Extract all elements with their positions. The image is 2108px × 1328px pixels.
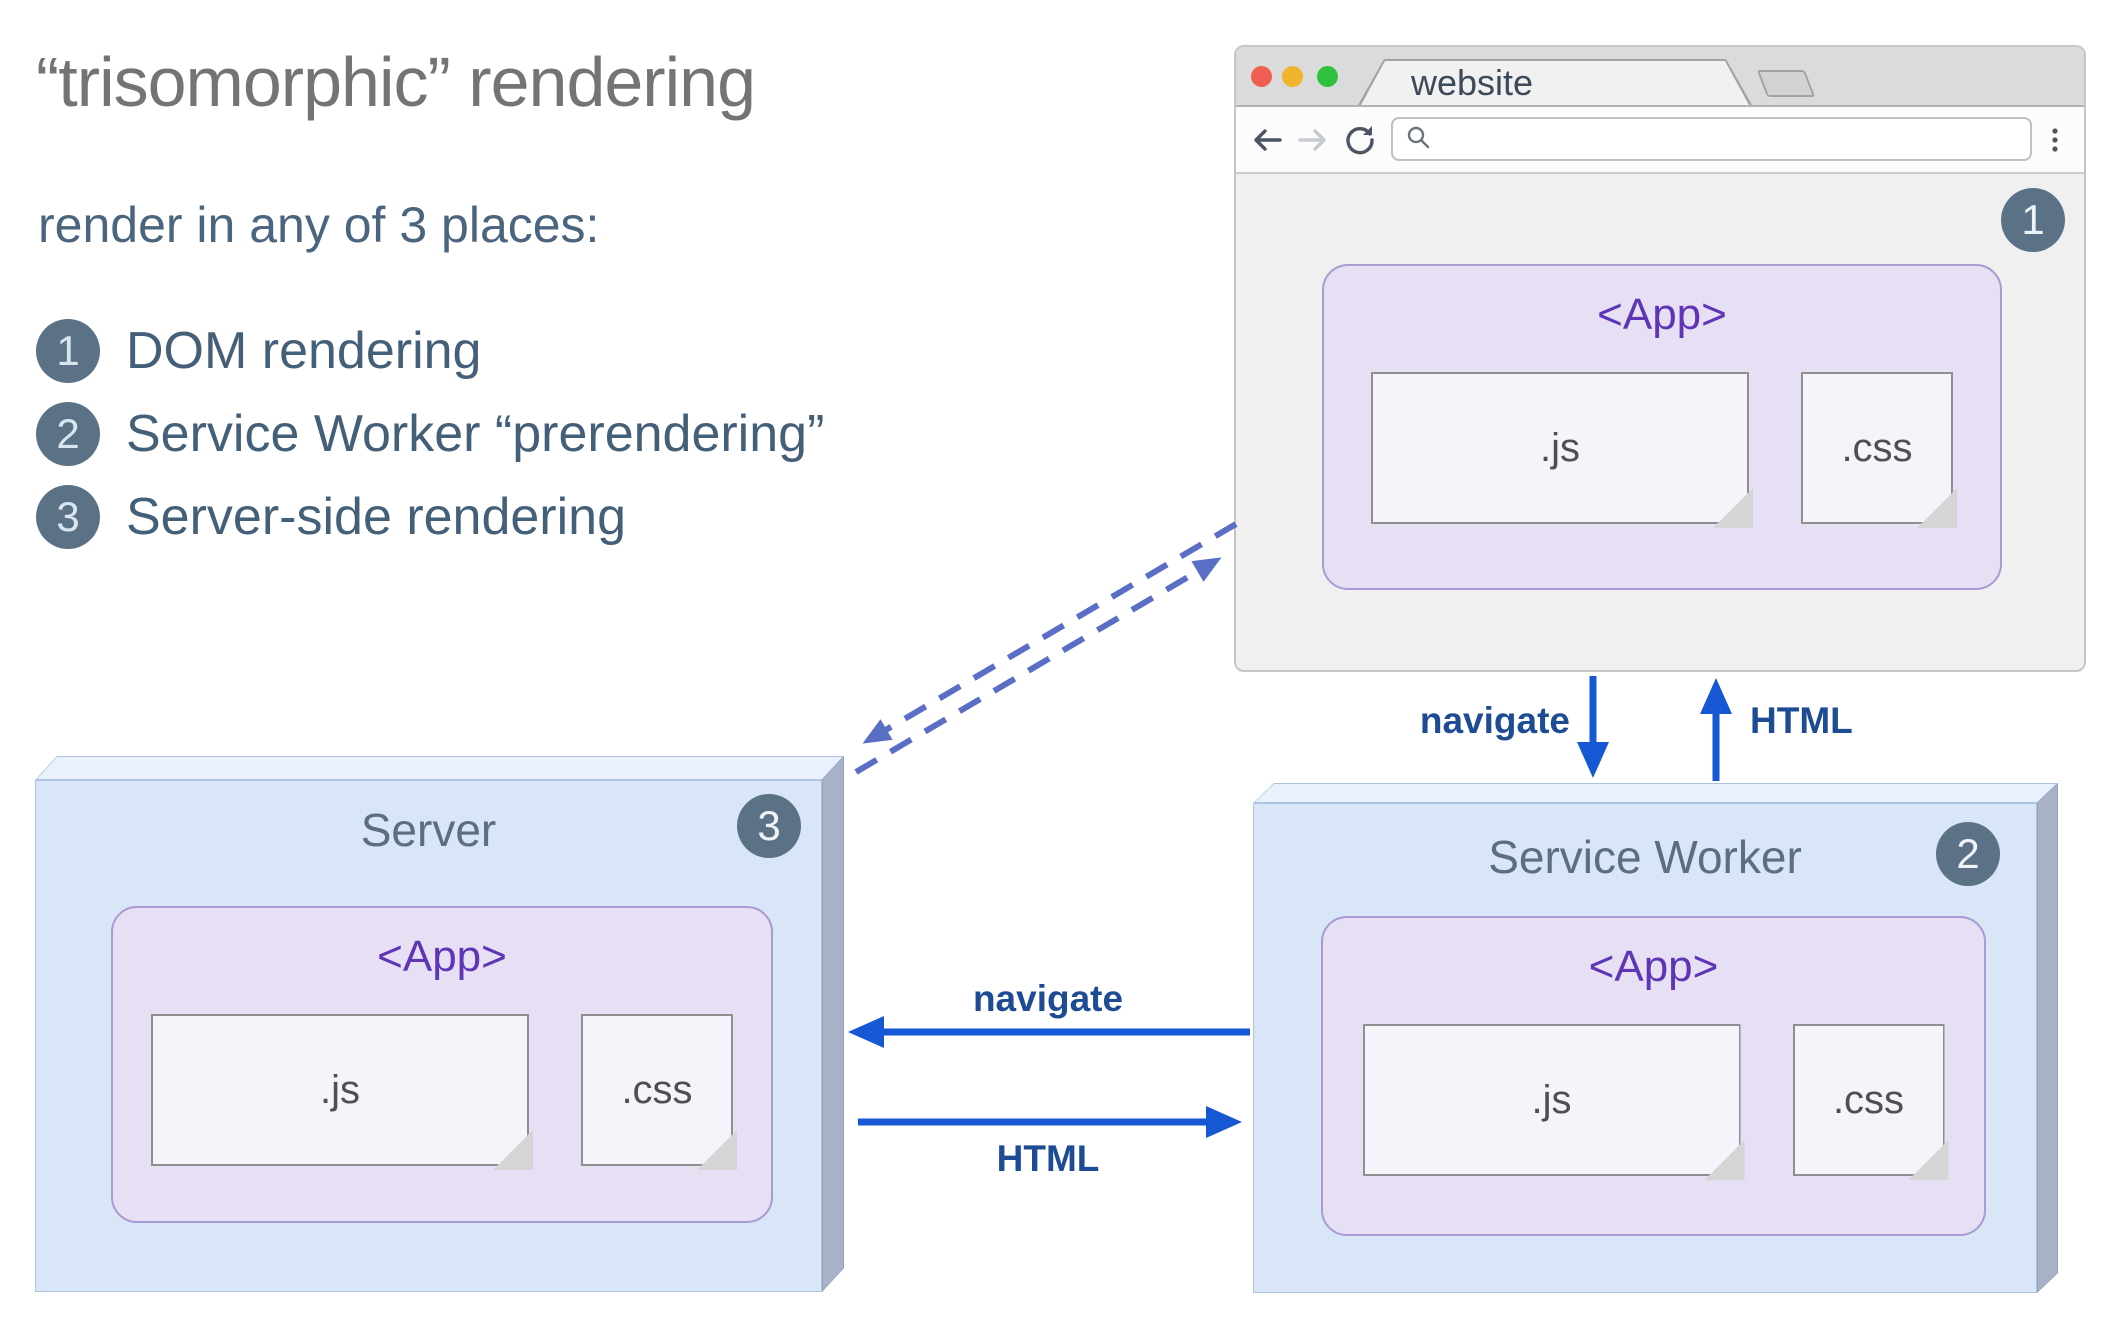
url-input[interactable] (1441, 122, 2030, 156)
tab-title: website (1361, 61, 1749, 105)
refresh-button[interactable] (1342, 123, 1376, 157)
js-file-label: .js (1371, 372, 1749, 524)
css-file-label: .css (1793, 1024, 1945, 1176)
minimize-button[interactable] (1282, 66, 1303, 87)
list-item: 1 DOM rendering (36, 318, 824, 384)
menu-button[interactable] (2038, 123, 2072, 157)
navigate-label-vertical: navigate (1419, 700, 1570, 741)
back-icon (1250, 123, 1284, 157)
app-box-service-worker: <App> .js .css (1321, 916, 1986, 1236)
list-number-badge: 1 (36, 319, 100, 383)
html-label-horizontal: HTML (996, 1138, 1100, 1179)
file-row: .js .css (1371, 372, 1957, 528)
back-button[interactable] (1250, 123, 1284, 157)
app-box-browser: <App> .js .css (1322, 264, 2002, 590)
page-subtitle: render in any of 3 places: (38, 197, 600, 253)
app-title: <App> (377, 932, 507, 981)
browser-tab[interactable]: website (1358, 59, 1752, 105)
js-file-label: .js (1363, 1024, 1741, 1176)
file-row: .js .css (151, 1014, 737, 1170)
new-tab-button[interactable] (1756, 70, 1816, 97)
maximize-button[interactable] (1317, 66, 1338, 87)
dashed-arrow-to-browser (854, 557, 1222, 775)
list-item-label: DOM rendering (126, 322, 482, 380)
app-title: <App> (1588, 942, 1719, 991)
server-box-top-face (35, 756, 844, 780)
legend-list: 1 DOM rendering 2 Service Worker “preren… (36, 318, 824, 550)
step-badge-3: 3 (737, 794, 801, 858)
step-badge-1: 1 (2001, 188, 2065, 252)
list-item: 3 Server-side rendering (36, 484, 824, 550)
list-item: 2 Service Worker “prerendering” (36, 401, 824, 467)
list-item-label: Server-side rendering (126, 488, 627, 546)
list-item-label: Service Worker “prerendering” (126, 405, 825, 463)
css-file: .css (1801, 372, 1957, 528)
app-title: <App> (1597, 290, 1727, 339)
browser-window: website 1 <App> .js .css (1234, 45, 2086, 672)
step-badge-2: 2 (1936, 822, 2000, 886)
css-file: .css (581, 1014, 737, 1170)
css-file: .css (1793, 1024, 1949, 1180)
browser-titlebar: website (1236, 47, 2084, 107)
kebab-menu-icon (2038, 123, 2072, 157)
css-file-label: .css (581, 1014, 733, 1166)
server-box-right-face (822, 755, 844, 1292)
forward-button[interactable] (1296, 123, 1330, 157)
search-icon (1405, 124, 1431, 155)
js-file: .js (151, 1014, 533, 1170)
sw-box-right-face (2037, 783, 2058, 1293)
js-file-label: .js (151, 1014, 529, 1166)
app-box-server: <App> .js .css (111, 906, 773, 1223)
js-file: .js (1363, 1024, 1745, 1180)
service-worker-title: Service Worker (1488, 831, 1802, 883)
close-button[interactable] (1251, 66, 1272, 87)
page-title: “trisomorphic” rendering (36, 43, 756, 121)
url-bar (1391, 117, 2032, 161)
service-worker-box: Service Worker 2 <App> .js .css (1253, 783, 2059, 1293)
html-label-vertical: HTML (1750, 700, 1853, 741)
js-file: .js (1371, 372, 1753, 528)
css-file-label: .css (1801, 372, 1953, 524)
server-title: Server (360, 804, 497, 856)
list-number-badge: 2 (36, 402, 100, 466)
dashed-arrow-to-server (862, 521, 1238, 744)
server-box: Server 3 <App> .js .css (35, 755, 844, 1292)
sw-box-top-face (1253, 783, 2059, 803)
forward-icon (1296, 123, 1330, 157)
diagram-canvas: “trisomorphic” rendering render in any o… (0, 0, 2108, 1328)
file-row: .js .css (1363, 1024, 1949, 1180)
refresh-icon (1342, 123, 1376, 157)
browser-toolbar (1236, 107, 2084, 174)
list-number-badge: 3 (36, 485, 100, 549)
navigate-label-horizontal: navigate (972, 978, 1124, 1019)
